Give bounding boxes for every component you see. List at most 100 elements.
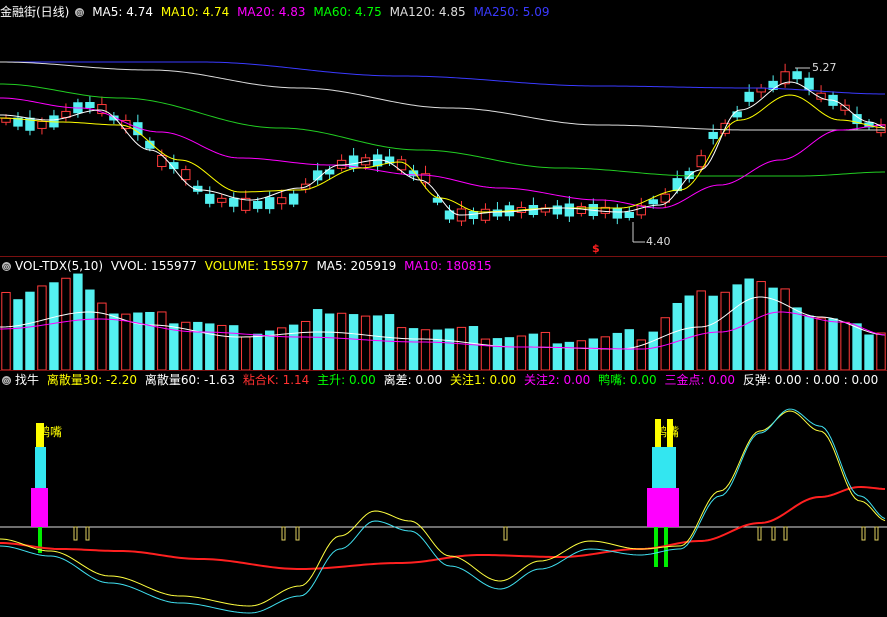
candle-body (744, 91, 754, 102)
signal-bar (652, 447, 676, 488)
settings-circle-icon[interactable]: ◎ (75, 8, 85, 17)
volume-bar (600, 336, 611, 370)
volume-bar (61, 277, 71, 370)
settings-circle-icon[interactable]: ◎ (2, 376, 11, 385)
ma60-label: MA60: 4.75 (313, 5, 382, 19)
candle-body (85, 102, 95, 109)
volume-bar (468, 326, 479, 370)
ma20-line (0, 97, 886, 209)
vol-ma10-label: MA10: 180815 (404, 259, 492, 273)
volume-bar (876, 332, 886, 370)
deviation-label: 离差: 0.00 (383, 373, 443, 387)
small-signal-bar (73, 526, 78, 541)
small-signal-bar (861, 526, 866, 541)
volume-bar (852, 323, 862, 370)
candle-body (480, 208, 491, 221)
candle-body (804, 77, 814, 90)
volume-bar (13, 299, 23, 370)
volume-bar (312, 309, 323, 370)
candlestick-chart[interactable] (0, 0, 887, 256)
vol-ma5-label: MA5: 205919 (316, 259, 397, 273)
volume-bar (588, 338, 599, 370)
volume-bar (384, 314, 395, 370)
volume-bar (37, 285, 47, 370)
signal-bar (31, 488, 48, 527)
small-signal-bar (85, 526, 90, 541)
pane-divider[interactable] (0, 256, 887, 257)
indicator-pane[interactable]: ◎ 找牛 离散量30: -2.20 离散量60: -1.63 粘合K: 1.14 … (0, 371, 887, 617)
small-signal-bar (783, 526, 788, 541)
volume-bar (444, 328, 455, 370)
candle-body (672, 178, 682, 192)
pane-divider[interactable] (0, 370, 887, 371)
volume-bar (193, 321, 203, 370)
candle-body (552, 205, 563, 215)
volume-bar (696, 290, 706, 370)
volume-bar (540, 331, 551, 370)
volume-bar (612, 332, 622, 370)
candle-body (684, 171, 694, 180)
small-signal-bar (874, 526, 879, 541)
ma10-line (0, 94, 886, 213)
volume-bar (864, 334, 874, 370)
indicator-chart[interactable] (0, 371, 887, 617)
volume-bar (528, 333, 539, 370)
low-price-marker: 4.40 (646, 235, 671, 248)
volume-pane[interactable]: ◎ VOL-TDX(5,10) VVOL: 155977 VOLUME: 1559… (0, 257, 887, 370)
volume-bar (408, 328, 419, 370)
dispersion60-label: 离散量60: -1.63 (144, 373, 236, 387)
volume-title: VOL-TDX(5,10) (15, 259, 104, 273)
candle-body (708, 131, 718, 139)
candle-body (253, 200, 263, 209)
signal-bar (35, 447, 46, 488)
volume-bar (241, 336, 251, 370)
volume-bar (564, 341, 575, 370)
volume-bar (624, 329, 634, 370)
volume-bar (121, 313, 131, 370)
small-signal-bar (281, 526, 286, 541)
dispersion30-line (0, 410, 886, 607)
volume-bar (828, 318, 838, 370)
volume-bar (360, 315, 371, 370)
settings-circle-icon[interactable]: ◎ (2, 262, 11, 271)
focus2-label: 关注2: 0.00 (524, 373, 591, 387)
small-signal-bar (295, 526, 300, 541)
small-signal-bar (757, 526, 762, 541)
candle-body (276, 197, 287, 205)
candle-body (229, 197, 239, 207)
volume-bar (109, 313, 119, 370)
candle-body (181, 169, 191, 181)
candle-body (37, 120, 47, 129)
volume-bar (480, 338, 491, 370)
duckbill-signal-text: 鸭嘴 (38, 425, 63, 439)
candle-body (792, 71, 802, 80)
volume-bar (253, 333, 263, 370)
volume-bar (504, 337, 515, 370)
volume-bar (780, 288, 790, 370)
signal-bar (647, 488, 679, 527)
candle-body (205, 193, 215, 204)
candle-body (1, 117, 11, 123)
volume-label: VOLUME: 155977 (204, 259, 309, 273)
volume-bar (672, 302, 682, 370)
volume-bar (840, 321, 850, 370)
ma20-label: MA20: 4.83 (237, 5, 306, 19)
volume-bar (133, 312, 143, 370)
volume-bar (576, 340, 587, 370)
price-pane[interactable]: 金融街(日线) ◎ MA5: 4.74 MA10: 4.74 MA20: 4.83… (0, 0, 887, 256)
main-rise-label: 主升: 0.00 (317, 373, 376, 387)
signal-marker: $ (592, 242, 600, 255)
volume-bar (756, 281, 766, 370)
volume-bar (372, 315, 383, 370)
small-signal-bar (503, 526, 508, 541)
volume-bar (336, 312, 347, 370)
volume-bar (145, 311, 155, 370)
volume-bar (85, 289, 95, 370)
candle-body (624, 211, 634, 218)
ma250-label: MA250: 5.09 (473, 5, 550, 19)
golden-point-label: 三金点: 0.00 (664, 373, 736, 387)
indicator-legend: ◎ 找牛 离散量30: -2.20 离散量60: -1.63 粘合K: 1.14 … (0, 372, 882, 388)
volume-bar (73, 273, 83, 370)
volume-legend: ◎ VOL-TDX(5,10) VVOL: 155977 VOLUME: 1559… (0, 258, 496, 274)
volume-bar (432, 329, 443, 370)
